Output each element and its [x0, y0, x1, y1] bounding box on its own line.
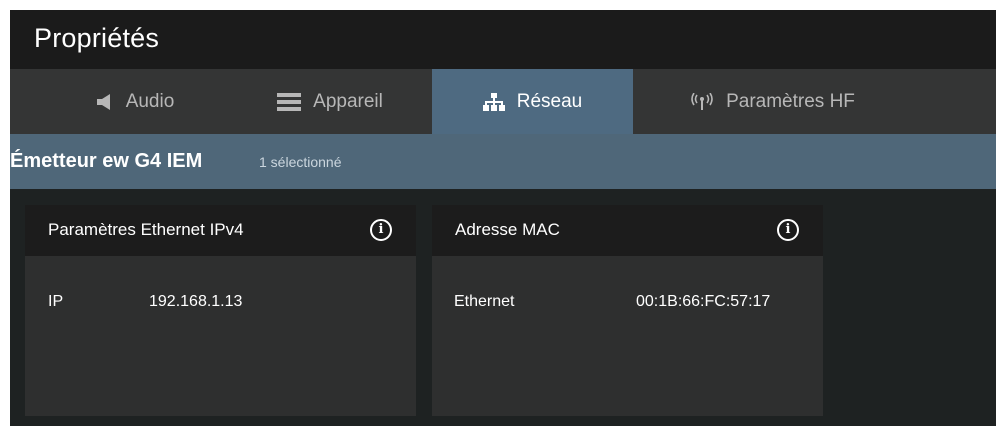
selection-count: 1 sélectionné	[259, 154, 342, 170]
card-header: Paramètres Ethernet IPv4 i	[25, 205, 416, 256]
info-icon[interactable]: i	[777, 219, 799, 241]
window-title: Propriétés	[34, 23, 160, 53]
card-title: Adresse MAC	[455, 220, 560, 239]
antenna-icon	[690, 92, 714, 111]
tab-appareil[interactable]: Appareil	[255, 69, 405, 134]
tab-audio-label: Audio	[125, 90, 175, 112]
tab-reseau[interactable]: Réseau	[432, 69, 633, 134]
network-icon	[482, 92, 505, 111]
ethernet-ipv4-card: Paramètres Ethernet IPv4 i IP 192.168.1.…	[25, 205, 416, 416]
ip-label: IP	[48, 293, 64, 310]
mac-address-card: Adresse MAC i Ethernet 00:1B:66:FC:57:17	[432, 205, 823, 416]
properties-window: Propriétés Audio Appareil Réseau Paramèt…	[10, 10, 996, 426]
tab-reseau-label: Réseau	[516, 90, 583, 112]
title-bar: Propriétés	[10, 10, 996, 69]
ethernet-label: Ethernet	[454, 293, 515, 310]
ip-value: 192.168.1.13	[149, 293, 243, 310]
info-icon[interactable]: i	[370, 219, 392, 241]
content-area: Paramètres Ethernet IPv4 i IP 192.168.1.…	[10, 189, 996, 426]
device-name: Émetteur ew G4 IEM	[10, 150, 203, 172]
speaker-icon	[96, 93, 114, 111]
tab-bar: Audio Appareil Réseau Paramètres HF	[10, 69, 996, 134]
tab-parametres-hf[interactable]: Paramètres HF	[665, 69, 880, 134]
device-icon	[277, 92, 302, 111]
card-title: Paramètres Ethernet IPv4	[48, 220, 244, 239]
mac-value: 00:1B:66:FC:57:17	[636, 293, 771, 310]
card-header: Adresse MAC i	[432, 205, 823, 256]
tab-parametres-hf-label: Paramètres HF	[726, 90, 855, 112]
tab-audio[interactable]: Audio	[70, 69, 200, 134]
device-header: Émetteur ew G4 IEM 1 sélectionné	[10, 134, 996, 189]
tab-appareil-label: Appareil	[313, 90, 383, 112]
